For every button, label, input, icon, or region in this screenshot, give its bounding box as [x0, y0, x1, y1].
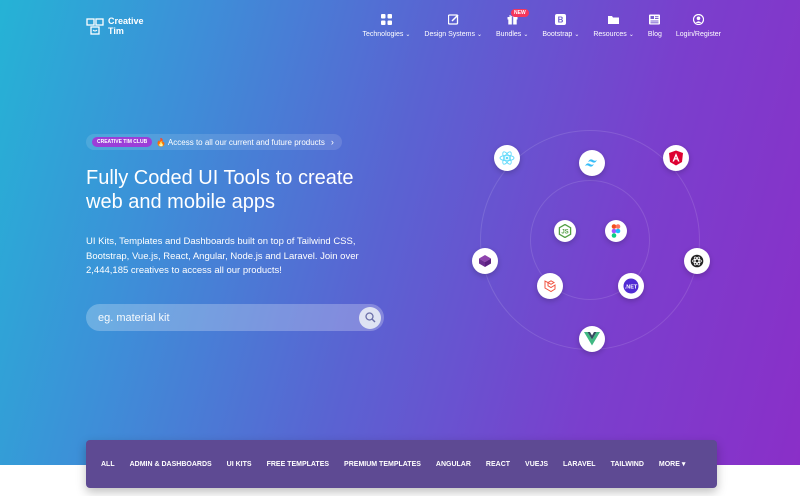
nav-technologies[interactable]: Technologies ⌄	[356, 12, 418, 38]
vue-icon	[579, 326, 605, 352]
grid-icon	[379, 12, 393, 26]
nav-design-systems[interactable]: Design Systems ⌄	[417, 12, 489, 38]
club-tag: CREATIVE TIM CLUB	[92, 137, 153, 147]
angular-icon	[663, 145, 689, 171]
chevron-down-icon: ⌄	[476, 32, 483, 38]
new-badge: NEW	[511, 9, 529, 17]
bootstrap-icon: B	[554, 12, 568, 26]
chevron-right-icon: ›	[330, 137, 334, 147]
category-laravel[interactable]: LARAVEL	[563, 461, 596, 468]
nav-login-register[interactable]: Login/Register	[669, 12, 728, 38]
chevron-down-icon: ⌄	[628, 32, 634, 38]
nav-label: Login/Register	[675, 31, 721, 38]
folder-icon	[607, 12, 621, 26]
search-icon	[364, 312, 375, 323]
nodejs-icon: JS	[554, 220, 576, 242]
chevron-down-icon: ⌄	[574, 32, 580, 38]
top-navigation: Technologies ⌄ Design Systems ⌄ NEW Bundle…	[356, 9, 729, 38]
nav-resources[interactable]: Resources ⌄	[586, 12, 641, 38]
svg-text:B: B	[558, 15, 564, 24]
brand-name: Creative Tim	[108, 16, 144, 36]
user-icon	[691, 12, 705, 26]
svg-text:JS: JS	[561, 230, 568, 236]
category-admin-dashboards[interactable]: ADMIN & DASHBOARDS	[130, 461, 212, 468]
blog-icon	[648, 12, 662, 26]
hero-section: Creative Tim Technologies ⌄ Design System…	[0, 0, 800, 465]
nav-label: Technologies	[362, 31, 404, 38]
search-button[interactable]	[359, 306, 381, 329]
category-free-templates[interactable]: FREE TEMPLATES	[267, 461, 329, 468]
category-bar: ALL ADMIN & DASHBOARDS UI KITS FREE TEMP…	[86, 440, 717, 488]
react-icon	[494, 145, 520, 171]
figma-icon	[605, 220, 627, 242]
nav-bootstrap[interactable]: B Bootstrap ⌄	[535, 12, 586, 38]
category-more-dropdown[interactable]: MORE ▾	[659, 460, 685, 468]
category-angular[interactable]: ANGULAR	[436, 461, 471, 468]
announcement-text: 🔥 Access to all our current and future p…	[156, 137, 325, 147]
tailwind-icon	[579, 150, 605, 176]
chevron-down-icon: ⌄	[523, 32, 529, 38]
nav-label: Resources	[593, 31, 627, 38]
laravel-icon	[537, 273, 563, 299]
nav-label: Bootstrap	[542, 31, 573, 38]
category-ui-kits[interactable]: UI KITS	[227, 461, 252, 468]
nav-label: Design Systems	[424, 31, 475, 38]
dotnet-icon: .NET	[618, 273, 644, 299]
hero-title: Fully Coded UI Tools to create web and m…	[86, 167, 354, 213]
category-premium-templates[interactable]: PREMIUM TEMPLATES	[344, 461, 421, 468]
nav-label: Blog	[647, 31, 662, 38]
edit-icon	[446, 12, 460, 26]
technology-orbit: JS .NET	[440, 120, 740, 380]
category-tailwind[interactable]: TAILWIND	[611, 461, 644, 468]
material-icon	[472, 248, 498, 274]
search-input[interactable]	[86, 311, 359, 324]
brand-logo[interactable]: Creative Tim	[86, 16, 144, 36]
search-bar	[86, 304, 384, 331]
category-vuejs[interactable]: VUEJS	[525, 461, 548, 468]
nav-bundles[interactable]: NEW Bundles ⌄	[489, 9, 535, 38]
nav-blog[interactable]: Blog	[641, 12, 669, 38]
creative-tim-logo-icon	[86, 17, 104, 35]
category-all[interactable]: ALL	[101, 461, 115, 468]
svg-text:.NET: .NET	[625, 284, 638, 290]
chevron-down-icon: ⌄	[405, 32, 411, 38]
announcement-pill[interactable]: CREATIVE TIM CLUB 🔥 Access to all our cu…	[86, 134, 342, 150]
nav-label: Bundles	[496, 31, 522, 38]
category-react[interactable]: REACT	[486, 461, 510, 468]
hero-description: UI Kits, Templates and Dashboards built …	[86, 236, 359, 276]
chakra-icon	[684, 248, 710, 274]
